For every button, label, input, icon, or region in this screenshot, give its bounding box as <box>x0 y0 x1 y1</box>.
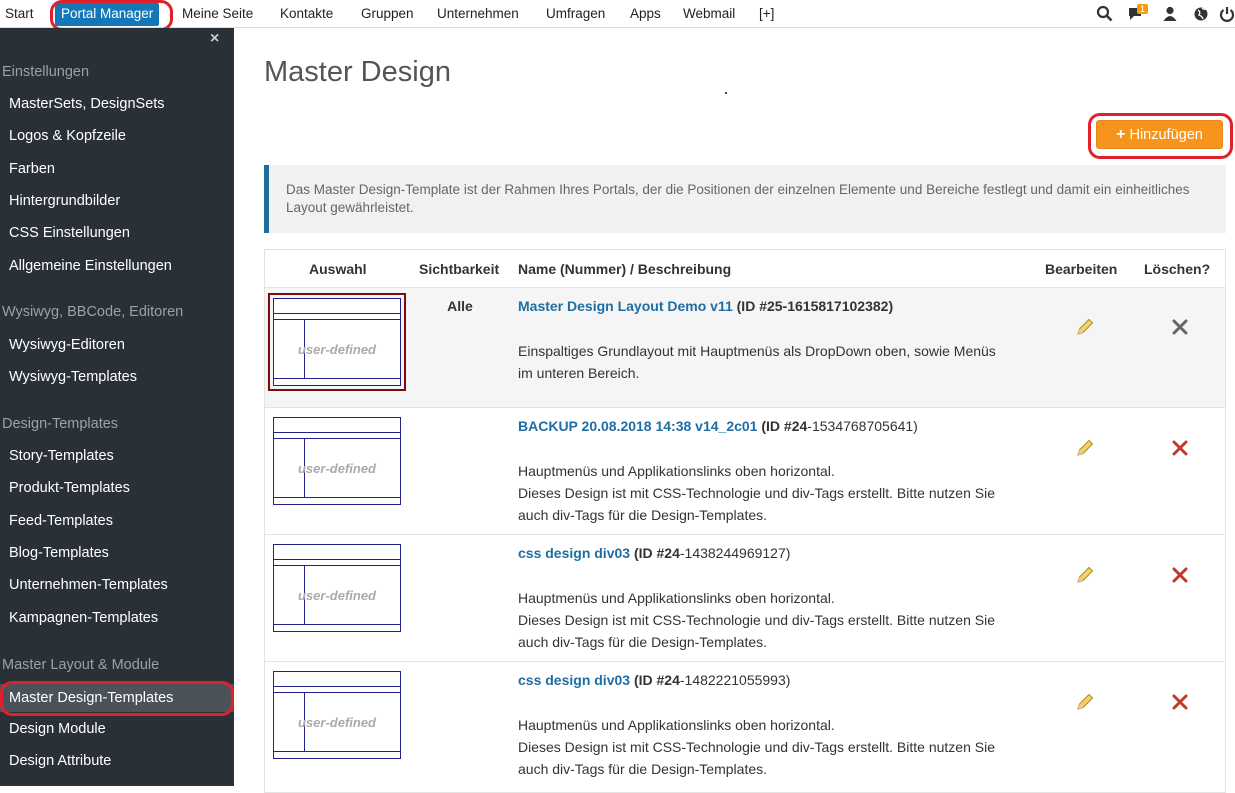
nav-apps[interactable]: Apps <box>630 0 661 28</box>
row-name-link[interactable]: BACKUP 20.08.2018 14:38 v14_2c01 <box>518 418 757 434</box>
nav-umfragen[interactable]: Umfragen <box>546 0 605 28</box>
table-row: user-defined Alle Master Design Layout D… <box>265 288 1225 408</box>
close-icon[interactable]: × <box>210 30 219 48</box>
top-navigation: Start Portal Manager Meine Seite Kontakt… <box>0 0 1235 28</box>
table-header: Auswahl Sichtbarkeit Name (Nummer) / Bes… <box>265 250 1225 288</box>
delete-x-icon[interactable] <box>1171 693 1189 711</box>
add-button-label: Hinzufügen <box>1129 127 1203 143</box>
template-thumbnail[interactable]: user-defined <box>273 544 401 632</box>
sidebar-item-wysiwyg-editoren[interactable]: Wysiwyg-Editoren <box>9 337 125 353</box>
row-name: css design div03 (ID #24-1438244969127) <box>518 545 791 561</box>
delete-x-icon[interactable] <box>1171 439 1189 457</box>
thumb-label: user-defined <box>297 461 376 476</box>
template-thumbnail[interactable]: user-defined <box>273 417 401 505</box>
page-title: Master Design <box>264 56 451 88</box>
nav-gruppen[interactable]: Gruppen <box>361 0 414 28</box>
notification-badge: 1 <box>1137 4 1149 14</box>
delete-x-icon[interactable] <box>1171 318 1189 336</box>
nav-more[interactable]: [+] <box>759 0 774 28</box>
row-name-link[interactable]: css design div03 <box>518 672 630 688</box>
row-name: css design div03 (ID #24-1482221055993) <box>518 672 791 688</box>
row-description: Hauptmenüs und Applikationslinks oben ho… <box>518 717 995 777</box>
sidebar-item-css[interactable]: CSS Einstellungen <box>9 225 130 241</box>
sidebar-group-wysiwyg: Wysiwyg, BBCode, Editoren <box>2 304 184 320</box>
row-name-link[interactable]: Master Design Layout Demo v11 <box>518 298 733 314</box>
row-description: Hauptmenüs und Applikationslinks oben ho… <box>518 463 995 523</box>
sidebar-item-master-design-templates[interactable]: Master Design-Templates <box>0 684 234 712</box>
row-description: Hauptmenüs und Applikationslinks oben ho… <box>518 590 995 650</box>
stray-dot <box>725 92 727 94</box>
row-name: Master Design Layout Demo v11 (ID #25-16… <box>518 298 894 314</box>
nav-portal-manager[interactable]: Portal Manager <box>55 3 160 26</box>
sidebar: × Einstellungen MasterSets, DesignSets L… <box>0 28 234 786</box>
plus-icon: + <box>1116 126 1126 143</box>
sidebar-item-unternehmen[interactable]: Unternehmen-Templates <box>9 577 168 593</box>
add-button[interactable]: + Hinzufügen <box>1096 120 1223 149</box>
sidebar-group-einstellungen: Einstellungen <box>2 64 90 80</box>
sidebar-item-farben[interactable]: Farben <box>9 161 55 177</box>
table-row: user-defined css design div03 (ID #24-14… <box>265 535 1225 662</box>
main-content: Master Design + Hinzufügen Das Master Des… <box>234 28 1235 793</box>
table-row: user-defined BACKUP 20.08.2018 14:38 v14… <box>265 408 1225 535</box>
col-auswahl: Auswahl <box>309 261 367 277</box>
user-icon[interactable] <box>1161 5 1179 23</box>
search-icon[interactable] <box>1096 5 1114 23</box>
row-description: Einspaltiges Grundlayout mit Hauptmenüs … <box>518 343 996 381</box>
sidebar-item-allgemeine[interactable]: Allgemeine Einstellungen <box>9 258 172 274</box>
sidebar-item-design-attribute[interactable]: Design Attribute <box>9 753 111 769</box>
power-icon[interactable] <box>1218 5 1235 23</box>
sidebar-item-logos[interactable]: Logos & Kopfzeile <box>9 128 126 144</box>
info-box: Das Master Design-Template ist der Rahme… <box>264 165 1226 233</box>
pencil-icon[interactable] <box>1075 565 1095 585</box>
sidebar-item-produkt[interactable]: Produkt-Templates <box>9 480 130 496</box>
nav-webmail[interactable]: Webmail <box>683 0 735 28</box>
nav-kontakte[interactable]: Kontakte <box>280 0 333 28</box>
sidebar-item-feed[interactable]: Feed-Templates <box>9 513 113 529</box>
sidebar-item-mastersets[interactable]: MasterSets, DesignSets <box>9 96 165 112</box>
sidebar-item-design-module[interactable]: Design Module <box>9 721 106 737</box>
template-thumbnail-selected[interactable]: user-defined <box>268 293 406 391</box>
nav-meine-seite[interactable]: Meine Seite <box>182 0 253 28</box>
nav-start[interactable]: Start <box>5 0 34 28</box>
sidebar-item-story[interactable]: Story-Templates <box>9 448 114 464</box>
sidebar-item-hintergrundbilder[interactable]: Hintergrundbilder <box>9 193 120 209</box>
template-thumbnail[interactable]: user-defined <box>273 671 401 759</box>
pencil-icon[interactable] <box>1075 317 1095 337</box>
delete-x-icon[interactable] <box>1171 566 1189 584</box>
table-row: user-defined css design div03 (ID #24-14… <box>265 662 1225 792</box>
sidebar-item-blog[interactable]: Blog-Templates <box>9 545 109 561</box>
row-name-link[interactable]: css design div03 <box>518 545 630 561</box>
thumb-label: user-defined <box>297 588 376 603</box>
col-name: Name (Nummer) / Beschreibung <box>518 261 732 277</box>
sidebar-item-wysiwyg-templates[interactable]: Wysiwyg-Templates <box>9 369 137 385</box>
col-sichtbarkeit: Sichtbarkeit <box>419 261 500 277</box>
pencil-icon[interactable] <box>1075 692 1095 712</box>
row-name: BACKUP 20.08.2018 14:38 v14_2c01 (ID #24… <box>518 418 918 434</box>
sidebar-group-design-templates: Design-Templates <box>2 416 119 432</box>
row-visibility: Alle <box>447 298 473 314</box>
col-loeschen: Löschen? <box>1144 261 1211 277</box>
col-bearbeiten: Bearbeiten <box>1045 261 1118 277</box>
thumb-label: user-defined <box>297 342 376 357</box>
sidebar-group-master-layout: Master Layout & Module <box>2 657 160 673</box>
globe-icon[interactable] <box>1192 5 1210 23</box>
nav-unternehmen[interactable]: Unternehmen <box>437 0 519 28</box>
thumb-label: user-defined <box>297 715 376 730</box>
templates-table: Auswahl Sichtbarkeit Name (Nummer) / Bes… <box>264 249 1226 793</box>
sidebar-item-kampagnen[interactable]: Kampagnen-Templates <box>9 610 158 626</box>
pencil-icon[interactable] <box>1075 438 1095 458</box>
